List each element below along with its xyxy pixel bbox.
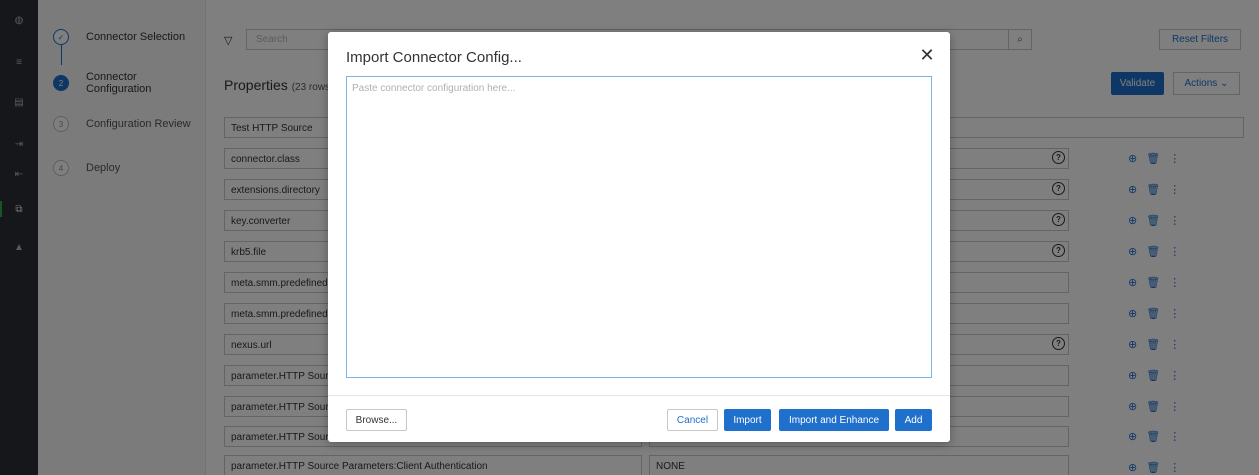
config-textarea[interactable]	[346, 76, 932, 378]
import-and-enhance-button[interactable]: Import and Enhance	[779, 409, 889, 431]
import-button[interactable]: Import	[724, 409, 771, 431]
close-icon[interactable]: ✕	[918, 46, 936, 64]
cancel-button[interactable]: Cancel	[667, 409, 718, 431]
browse-button[interactable]: Browse...	[346, 409, 407, 431]
dialog-title: Import Connector Config...	[346, 49, 522, 66]
dialog-divider	[328, 395, 950, 396]
add-button[interactable]: Add	[895, 409, 932, 431]
import-config-dialog: Import Connector Config... ✕ Browse... C…	[328, 32, 950, 442]
